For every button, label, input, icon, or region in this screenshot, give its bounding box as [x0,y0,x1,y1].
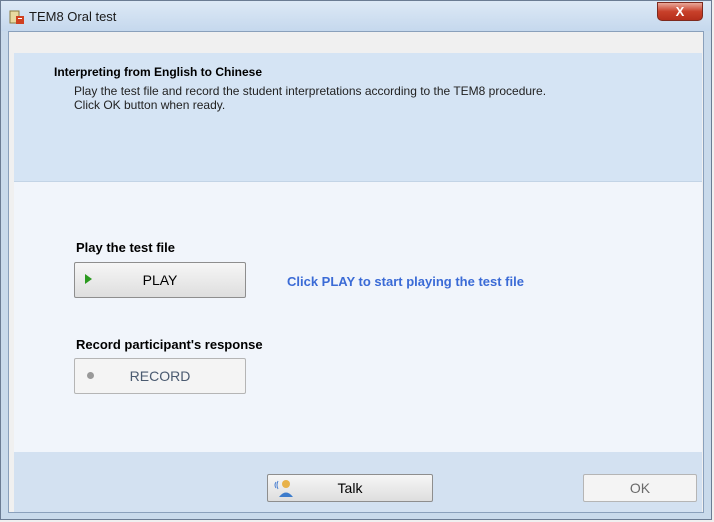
record-button[interactable]: RECORD [74,358,246,394]
instructions-line-1: Play the test file and record the studen… [74,84,547,98]
ok-button-label: OK [629,480,651,496]
window-title: TEM8 Oral test [29,9,117,24]
play-icon [85,274,92,284]
section-heading: Interpreting from English to Chinese [54,65,263,79]
record-button-label: RECORD [129,368,191,384]
ok-button[interactable]: OK [583,474,697,502]
record-dot-icon [87,372,94,379]
record-section-label: Record participant's response [76,337,263,352]
play-button[interactable]: PLAY [74,262,246,298]
talk-person-icon [274,480,293,497]
instructions-line-2: Click OK button when ready. [74,98,226,112]
instructions-panel: Interpreting from English to Chinese Pla… [14,53,702,182]
talk-button-label: Talk [337,480,363,496]
controls-panel [14,182,702,452]
app-icon [9,10,24,24]
title-bar[interactable]: TEM8 Oral test X [1,1,711,31]
play-section-label: Play the test file [76,240,175,255]
play-button-label: PLAY [142,272,178,288]
talk-button[interactable]: Talk [267,474,433,502]
play-hint: Click PLAY to start playing the test fil… [287,274,524,289]
instructions-text: Play the test file and record the studen… [74,84,674,112]
close-button[interactable]: X [657,2,703,21]
